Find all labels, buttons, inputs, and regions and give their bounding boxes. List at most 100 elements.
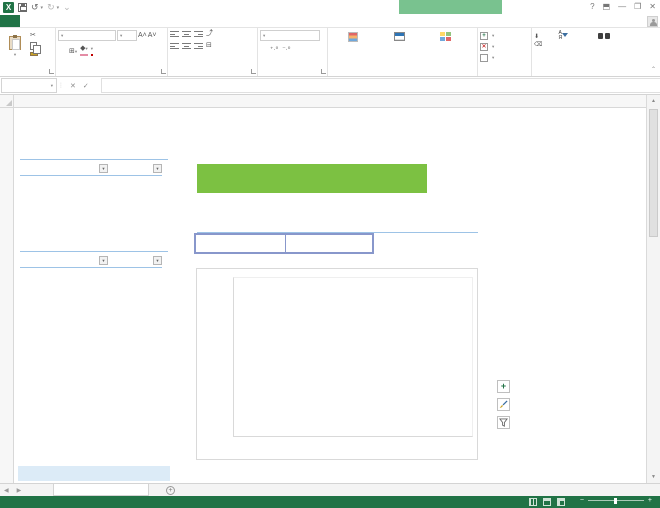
number-format-select[interactable]: ▾ bbox=[260, 30, 320, 41]
quick-access-toolbar: X ↺ ▾ ↻ ▾ ⌄ bbox=[3, 2, 71, 13]
zoom-slider-thumb[interactable] bbox=[613, 497, 617, 504]
font-color-icon[interactable]: ▾ bbox=[90, 45, 94, 56]
zoom-out-icon[interactable]: − bbox=[580, 497, 584, 504]
orientation-icon[interactable]: ⤴ bbox=[206, 30, 217, 41]
format-as-table-button[interactable] bbox=[376, 30, 422, 66]
avatar[interactable] bbox=[647, 16, 658, 27]
prev-sheet-icon[interactable]: ◀ bbox=[4, 487, 9, 494]
merge-center-icon[interactable]: ⊟ bbox=[206, 42, 217, 53]
budget-bar-chart[interactable] bbox=[196, 268, 478, 460]
formula-bar: ▾ ⋮ ✕ ✓ bbox=[0, 77, 660, 95]
help-icon[interactable]: ? bbox=[590, 2, 594, 11]
align-left-icon[interactable] bbox=[170, 42, 179, 50]
restore-icon[interactable]: ❐ bbox=[634, 2, 641, 11]
filter-icon[interactable]: ▼ bbox=[153, 164, 162, 173]
paste-button[interactable]: ▾ bbox=[2, 30, 28, 64]
qat-customize-icon[interactable]: ⌄ bbox=[63, 2, 71, 13]
vertical-scrollbar[interactable]: ▲ ▼ bbox=[646, 95, 660, 483]
sheet-area[interactable]: ▼ ▼ ▼ ▼ + bbox=[14, 108, 646, 483]
filter-icon[interactable]: ▼ bbox=[153, 256, 162, 265]
align-center-icon[interactable] bbox=[182, 42, 191, 50]
zoom-slider[interactable] bbox=[587, 497, 644, 504]
percent-fill bbox=[197, 164, 427, 193]
insert-cells-button[interactable]: + ▾ bbox=[480, 30, 529, 41]
plus-icon: + bbox=[500, 381, 507, 391]
scroll-up-icon[interactable]: ▲ bbox=[647, 95, 660, 107]
ribbon: ▾ ✂ ▾ ▾ A˄ A˅ ⊞▾ ◆▾ ▾ ⤴ ⊟ ▾ ⁺·⁰ ⁻·⁰ + ▾ … bbox=[0, 28, 660, 77]
contextual-tab-group-label bbox=[399, 0, 502, 14]
clipboard-dialog-launcher[interactable] bbox=[49, 69, 54, 74]
enter-formula-icon[interactable]: ✓ bbox=[83, 82, 89, 90]
next-sheet-icon[interactable]: ▶ bbox=[17, 487, 22, 494]
filter-icon[interactable]: ▼ bbox=[99, 164, 108, 173]
redo-icon[interactable]: ↻ bbox=[47, 2, 55, 13]
paste-icon bbox=[9, 35, 21, 50]
sort-filter-button[interactable] bbox=[542, 30, 584, 66]
note-cell[interactable] bbox=[18, 466, 170, 481]
group-clipboard: ▾ ✂ bbox=[0, 28, 56, 76]
percent-spent-bar[interactable] bbox=[197, 164, 427, 193]
page-break-view-icon[interactable] bbox=[557, 498, 565, 506]
column-headers bbox=[0, 95, 646, 108]
decrease-decimal-icon[interactable]: ⁻·⁰ bbox=[282, 45, 290, 53]
new-sheet-icon[interactable]: + bbox=[166, 486, 175, 495]
copy-icon[interactable] bbox=[30, 42, 41, 54]
sheet-tab-bar: ◀ ▶ + ▶ bbox=[0, 483, 660, 496]
grow-font-icon[interactable]: A˄ bbox=[138, 32, 147, 40]
delete-cells-button[interactable]: ✕ ▾ bbox=[480, 41, 529, 52]
select-all-corner[interactable] bbox=[0, 95, 14, 107]
font-dialog-launcher[interactable] bbox=[161, 69, 166, 74]
shrink-font-icon[interactable]: A˅ bbox=[148, 32, 157, 40]
number-dialog-launcher[interactable] bbox=[321, 69, 326, 74]
cell-selection-border bbox=[194, 233, 374, 254]
align-top-icon[interactable] bbox=[170, 30, 179, 38]
font-size-input[interactable]: ▾ bbox=[117, 30, 137, 41]
minimize-icon[interactable]: — bbox=[618, 2, 626, 11]
filter-icon[interactable]: ▼ bbox=[99, 256, 108, 265]
align-middle-icon[interactable] bbox=[182, 30, 191, 38]
undo-dropdown-icon[interactable]: ▾ bbox=[41, 5, 44, 11]
fill-color-icon[interactable]: ◆▾ bbox=[80, 45, 88, 56]
cell-styles-button[interactable] bbox=[422, 30, 468, 66]
brush-icon bbox=[499, 400, 508, 408]
formula-input[interactable] bbox=[100, 78, 660, 93]
align-right-icon[interactable] bbox=[194, 42, 203, 50]
format-as-table-icon bbox=[393, 32, 405, 41]
title-bar: X ↺ ▾ ↻ ▾ ⌄ ? ⬒ — ❐ ✕ bbox=[0, 0, 660, 15]
find-select-button[interactable] bbox=[584, 30, 624, 66]
binoculars-icon bbox=[598, 32, 611, 40]
cut-icon[interactable]: ✂ bbox=[30, 32, 38, 40]
chart-filters-button[interactable] bbox=[497, 416, 510, 429]
active-sheet-tab[interactable] bbox=[53, 484, 149, 496]
increase-decimal-icon[interactable]: ⁺·⁰ bbox=[270, 45, 278, 53]
fill-icon[interactable]: ⬇ bbox=[534, 33, 542, 40]
undo-icon[interactable]: ↺ bbox=[31, 2, 39, 13]
ribbon-display-icon[interactable]: ⬒ bbox=[603, 2, 611, 11]
conditional-formatting-button[interactable] bbox=[330, 30, 376, 66]
chart-styles-button[interactable] bbox=[497, 398, 510, 411]
chart-elements-button[interactable]: + bbox=[497, 380, 510, 393]
clear-icon[interactable]: ⌫ bbox=[534, 41, 542, 48]
scroll-down-icon[interactable]: ▼ bbox=[647, 471, 660, 483]
tab-file[interactable] bbox=[0, 15, 20, 27]
income-table: ▼ ▼ bbox=[20, 162, 162, 176]
save-icon[interactable] bbox=[18, 3, 27, 12]
vertical-scroll-thumb[interactable] bbox=[649, 109, 658, 237]
format-cells-button[interactable]: ▾ bbox=[480, 52, 529, 63]
font-name-input[interactable]: ▾ bbox=[58, 30, 116, 41]
normal-view-icon[interactable] bbox=[529, 498, 537, 506]
page-layout-view-icon[interactable] bbox=[543, 498, 551, 506]
alignment-dialog-launcher[interactable] bbox=[251, 69, 256, 74]
chart-plot-area bbox=[233, 277, 473, 437]
borders-icon[interactable]: ⊞▾ bbox=[69, 48, 77, 56]
redo-dropdown-icon[interactable]: ▾ bbox=[57, 5, 60, 11]
align-bottom-icon[interactable] bbox=[194, 30, 203, 38]
cell-styles-icon bbox=[439, 32, 451, 41]
zoom-in-icon[interactable]: + bbox=[648, 497, 652, 504]
name-box[interactable]: ▾ bbox=[1, 78, 57, 93]
excel-logo-icon[interactable]: X bbox=[3, 2, 14, 13]
cancel-formula-icon[interactable]: ✕ bbox=[70, 82, 76, 90]
collapse-ribbon-icon[interactable]: ⌃ bbox=[651, 66, 656, 73]
row-headers bbox=[0, 108, 14, 483]
close-icon[interactable]: ✕ bbox=[649, 2, 656, 11]
